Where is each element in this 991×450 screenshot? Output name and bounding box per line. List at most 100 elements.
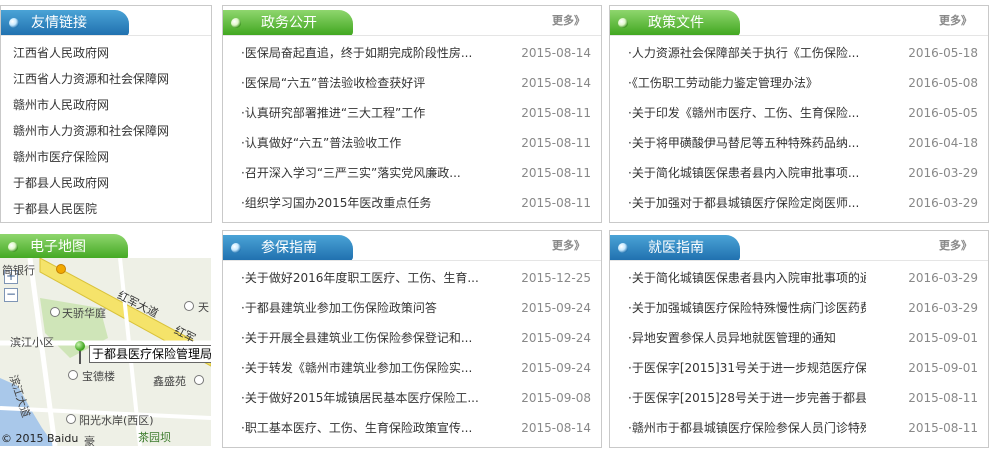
link-item[interactable]: 于都县人民政府网 xyxy=(13,170,169,196)
item-title[interactable]: ·人力资源社会保障部关于执行《工伤保险... xyxy=(628,38,866,68)
item-title[interactable]: ·关于简化城镇医保患者县内入院审批事项的通... xyxy=(628,263,866,293)
list-item[interactable]: ·关于加强城镇医疗保险特殊慢性病门诊医药费... 2016-03-29 xyxy=(628,293,978,323)
more-link[interactable]: 更多》 xyxy=(939,12,972,28)
list-item[interactable]: ·召开深入学习“三严三实”落实党风廉政... 2015-08-11 xyxy=(241,158,591,188)
item-date: 2015-08-11 xyxy=(521,166,591,180)
item-title[interactable]: ·《工伤职工劳动能力鉴定管理办法》 xyxy=(628,68,866,98)
policy-panel: 政策文件 更多》 ·人力资源社会保障部关于执行《工伤保险... 2016-05-1… xyxy=(609,5,989,223)
item-title[interactable]: ·于都县建筑业参加工伤保险政策问答 xyxy=(241,293,479,323)
insure-panel-title: 参保指南 xyxy=(261,240,317,256)
list-item[interactable]: ·关于转发《赣州市建筑业参加工伤保险实... 2015-09-24 xyxy=(241,353,591,383)
links-list: 江西省人民政府网 江西省人力资源和社会保障网 赣州市人民政府网 赣州市人力资源和… xyxy=(13,40,169,222)
list-item[interactable]: ·认真做好“六五”普法验收工作 2015-08-11 xyxy=(241,128,591,158)
item-title[interactable]: ·关于做好2015年城镇居民基本医疗保险工... xyxy=(241,383,479,413)
item-title[interactable]: ·职工基本医疗、工伤、生育保险政策宣传... xyxy=(241,413,479,443)
map-callout[interactable]: 于都县医疗保险管理局 xyxy=(89,345,211,363)
map-label: 滨江小区 xyxy=(10,336,54,349)
item-date: 2016-03-29 xyxy=(908,166,978,180)
list-item[interactable]: ·异地安置参保人员异地就医管理的通知 2015-09-01 xyxy=(628,323,978,353)
item-title[interactable]: ·关于开展全县建筑业工伤保险参保登记和... xyxy=(241,323,479,353)
poi-icon xyxy=(184,301,194,311)
divider xyxy=(1,35,211,36)
list-item[interactable]: ·认真研究部署推进“三大工程”工作 2015-08-11 xyxy=(241,98,591,128)
list-item[interactable]: ·关于加强对于都县城镇医疗保险定岗医师... 2016-03-29 xyxy=(628,188,978,218)
map-label: 茶园坝 xyxy=(138,431,171,444)
item-title[interactable]: ·医保局“六五”普法验收检查获好评 xyxy=(241,68,479,98)
map-pin-icon[interactable] xyxy=(75,341,85,351)
list-item[interactable]: ·关于简化城镇医保患者县内入院审批事项的通... 2016-03-29 xyxy=(628,263,978,293)
item-title[interactable]: ·召开深入学习“三严三实”落实党风廉政... xyxy=(241,158,479,188)
more-link[interactable]: 更多》 xyxy=(552,237,585,253)
item-title[interactable]: ·关于印发《赣州市医疗、工伤、生育保险... xyxy=(628,98,866,128)
list-item[interactable]: ·关于做好2016年度职工医疗、工伤、生育... 2015-12-25 xyxy=(241,263,591,293)
more-link[interactable]: 更多》 xyxy=(939,237,972,253)
item-date: 2015-08-11 xyxy=(908,421,978,435)
item-title[interactable]: ·关于转发《赣州市建筑业参加工伤保险实... xyxy=(241,353,479,383)
insure-panel-tab: 参保指南 xyxy=(223,235,353,261)
item-title[interactable]: ·异地安置参保人员异地就医管理的通知 xyxy=(628,323,866,353)
item-title[interactable]: ·医保局奋起直追，终于如期完成阶段性房... xyxy=(241,38,479,68)
zoom-out-button[interactable]: − xyxy=(4,288,18,302)
list-item[interactable]: ·关于做好2015年城镇居民基本医疗保险工... 2015-09-08 xyxy=(241,383,591,413)
item-title[interactable]: ·于医保字[2015]28号关于进一步完善于都县医... xyxy=(628,383,866,413)
item-title[interactable]: ·认真做好“六五”普法验收工作 xyxy=(241,128,479,158)
link-item[interactable]: 赣州市人民政府网 xyxy=(13,92,169,118)
item-date: 2016-03-29 xyxy=(908,196,978,210)
bullet-icon xyxy=(618,18,628,28)
item-title[interactable]: ·关于简化城镇医保患者县内入院审批事项... xyxy=(628,158,866,188)
list-item[interactable]: ·职工基本医疗、工伤、生育保险政策宣传... 2015-08-14 xyxy=(241,413,591,443)
map-label: 简银行 xyxy=(2,264,35,277)
list-item[interactable]: ·关于印发《赣州市医疗、工伤、生育保险... 2016-05-05 xyxy=(628,98,978,128)
map-label: 鑫盛苑 xyxy=(153,375,186,388)
link-item[interactable]: 于都县人民医院 xyxy=(13,196,169,222)
item-title[interactable]: ·关于加强对于都县城镇医疗保险定岗医师... xyxy=(628,188,866,218)
list-item[interactable]: ·于医保字[2015]31号关于进一步规范医疗保险... 2015-09-01 xyxy=(628,353,978,383)
item-date: 2015-08-14 xyxy=(521,421,591,435)
list-item[interactable]: ·关于开展全县建筑业工伤保险参保登记和... 2015-09-24 xyxy=(241,323,591,353)
map-view[interactable]: + − 简银行 天骄华庭 滨江小区 宝德楼 鑫盛苑 阳光水岸(西区) 茶园坝 豪… xyxy=(0,258,211,446)
item-date: 2015-09-01 xyxy=(908,361,978,375)
link-item[interactable]: 赣州市人力资源和社会保障网 xyxy=(13,118,169,144)
poi-icon xyxy=(194,375,204,385)
item-title[interactable]: ·认真研究部署推进“三大工程”工作 xyxy=(241,98,479,128)
insure-panel: 参保指南 更多》 ·关于做好2016年度职工医疗、工伤、生育... 2015-12… xyxy=(222,230,602,448)
map-copyright: © 2015 Baidu xyxy=(1,432,79,445)
divider xyxy=(610,260,988,261)
item-title[interactable]: ·关于加强城镇医疗保险特殊慢性病门诊医药费... xyxy=(628,293,866,323)
list-item[interactable]: ·于都县建筑业参加工伤保险政策问答 2015-09-24 xyxy=(241,293,591,323)
item-date: 2015-08-11 xyxy=(521,106,591,120)
map-panel-tab: 电子地图 xyxy=(0,234,128,260)
list-item[interactable]: ·于医保字[2015]28号关于进一步完善于都县医... 2015-08-11 xyxy=(628,383,978,413)
item-title[interactable]: ·于医保字[2015]31号关于进一步规范医疗保险... xyxy=(628,353,866,383)
link-item[interactable]: 江西省人民政府网 xyxy=(13,40,169,66)
list-item[interactable]: ·组织学习国办2015年医改重点任务 2015-08-11 xyxy=(241,188,591,218)
list-item[interactable]: ·关于将甲磺酸伊马替尼等五种特殊药品纳... 2016-04-18 xyxy=(628,128,978,158)
link-item[interactable]: 赣州市医疗保险网 xyxy=(13,144,169,170)
map-pin-stem xyxy=(79,350,81,364)
list-item[interactable]: ·关于简化城镇医保患者县内入院审批事项... 2016-03-29 xyxy=(628,158,978,188)
medical-panel-title: 就医指南 xyxy=(648,240,704,256)
item-title[interactable]: ·赣州市于都县城镇医疗保险参保人员门诊特殊... xyxy=(628,413,866,443)
item-title[interactable]: ·组织学习国办2015年医改重点任务 xyxy=(241,188,479,218)
medical-panel-tab: 就医指南 xyxy=(610,235,740,261)
link-item[interactable]: 江西省人力资源和社会保障网 xyxy=(13,66,169,92)
list-item[interactable]: ·医保局奋起直追，终于如期完成阶段性房... 2015-08-14 xyxy=(241,38,591,68)
list-item[interactable]: ·人力资源社会保障部关于执行《工伤保险... 2016-05-18 xyxy=(628,38,978,68)
medical-list: ·关于简化城镇医保患者县内入院审批事项的通... 2016-03-29 ·关于加强… xyxy=(628,263,978,443)
list-item[interactable]: ·医保局“六五”普法验收检查获好评 2015-08-14 xyxy=(241,68,591,98)
map-label: 天骄华庭 xyxy=(62,307,106,320)
map-label: 阳光水岸(西区) xyxy=(79,414,154,427)
list-item[interactable]: ·赣州市于都县城镇医疗保险参保人员门诊特殊... 2015-08-11 xyxy=(628,413,978,443)
more-link[interactable]: 更多》 xyxy=(552,12,585,28)
item-date: 2015-08-14 xyxy=(521,46,591,60)
list-item[interactable]: ·《工伤职工劳动能力鉴定管理办法》 2016-05-08 xyxy=(628,68,978,98)
map-panel: 电子地图 + − 简银行 天骄华庭 滨江小区 宝德楼 鑫盛苑 阳光水岸(西区) … xyxy=(0,230,212,448)
medical-panel: 就医指南 更多》 ·关于简化城镇医保患者县内入院审批事项的通... 2016-03… xyxy=(609,230,989,448)
item-date: 2016-05-18 xyxy=(908,46,978,60)
bullet-icon xyxy=(9,18,19,28)
item-date: 2016-05-05 xyxy=(908,106,978,120)
item-title[interactable]: ·关于将甲磺酸伊马替尼等五种特殊药品纳... xyxy=(628,128,866,158)
item-date: 2015-09-01 xyxy=(908,331,978,345)
item-date: 2015-08-11 xyxy=(521,196,591,210)
item-title[interactable]: ·关于做好2016年度职工医疗、工伤、生育... xyxy=(241,263,479,293)
